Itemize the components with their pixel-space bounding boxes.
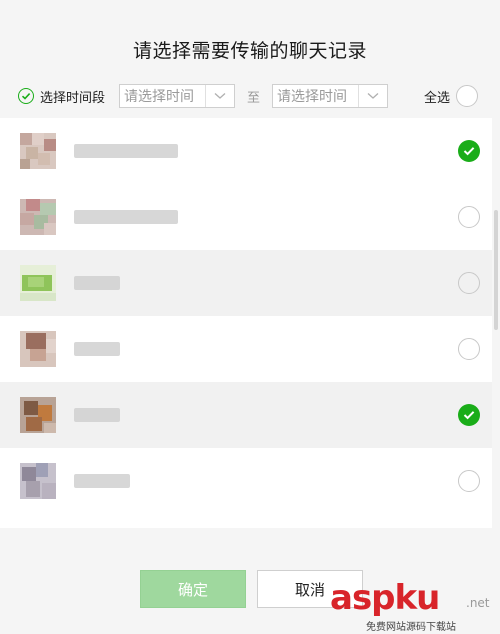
chat-name-redacted <box>74 144 178 158</box>
end-time-placeholder: 请选择时间 <box>277 89 348 105</box>
avatar <box>20 133 56 169</box>
time-range-label: 选择时间段 <box>40 90 106 106</box>
to-label: 至 <box>247 90 261 106</box>
chat-row[interactable] <box>0 250 492 316</box>
row-checkbox[interactable] <box>458 338 480 360</box>
row-checkbox[interactable] <box>458 206 480 228</box>
select-all-label: 全选 <box>423 90 450 106</box>
check-icon <box>463 147 475 156</box>
chat-name-redacted <box>74 276 120 290</box>
confirm-button[interactable]: 确定 <box>140 570 246 608</box>
avatar <box>20 265 56 301</box>
check-icon <box>21 93 31 100</box>
chat-name-redacted <box>74 342 120 356</box>
list-scrollbar[interactable] <box>494 210 498 330</box>
avatar <box>20 463 56 499</box>
chevron-down-icon <box>358 85 387 107</box>
chat-row[interactable] <box>0 184 492 250</box>
chat-name-redacted <box>74 474 130 488</box>
watermark: aspku .net 免费网站源码下载站 <box>330 578 498 634</box>
chat-name-redacted <box>74 210 178 224</box>
start-time-select[interactable]: 请选择时间 <box>119 84 236 108</box>
row-checkbox-checked[interactable] <box>458 404 480 426</box>
row-checkbox[interactable] <box>458 272 480 294</box>
chat-list <box>0 118 492 528</box>
chat-row[interactable] <box>0 316 492 382</box>
time-filter-bar: 选择时间段 请选择时间 至 请选择时间 全选 <box>18 84 484 108</box>
row-checkbox-checked[interactable] <box>458 140 480 162</box>
chat-row[interactable] <box>0 118 492 184</box>
avatar <box>20 199 56 235</box>
transfer-chat-dialog: 请选择需要传输的聊天记录 选择时间段 请选择时间 至 请选择时间 全选 确定 取… <box>0 0 500 634</box>
chevron-down-icon <box>205 85 234 107</box>
avatar <box>20 331 56 367</box>
watermark-tagline: 免费网站源码下载站 <box>366 622 456 633</box>
row-checkbox[interactable] <box>458 470 480 492</box>
watermark-suffix: .net <box>466 596 490 610</box>
chat-name-redacted <box>74 408 120 422</box>
check-icon <box>463 411 475 420</box>
avatar <box>20 397 56 433</box>
watermark-brand: aspku <box>330 578 440 618</box>
chat-row[interactable] <box>0 448 492 514</box>
select-all-checkbox[interactable] <box>456 85 478 107</box>
time-range-checkbox[interactable] <box>18 88 34 104</box>
end-time-select[interactable]: 请选择时间 <box>272 84 389 108</box>
select-all[interactable]: 全选 <box>424 85 484 107</box>
start-time-placeholder: 请选择时间 <box>124 89 195 105</box>
dialog-title: 请选择需要传输的聊天记录 <box>132 40 367 62</box>
chat-row[interactable] <box>0 382 492 448</box>
